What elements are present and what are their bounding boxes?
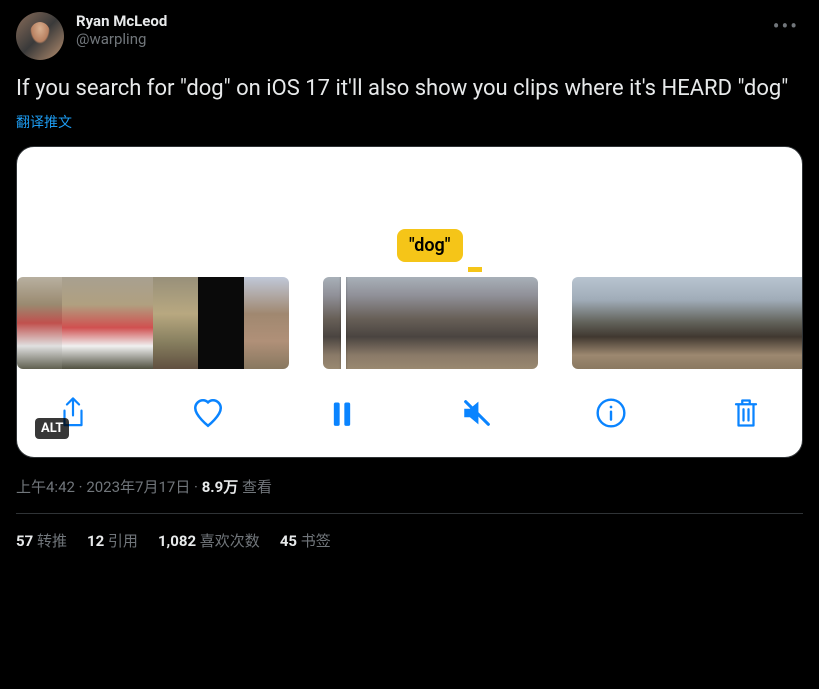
clip-frame	[108, 277, 153, 369]
bookmarks-stat[interactable]: 45 书签	[280, 530, 331, 551]
clip-frame	[153, 277, 198, 369]
alt-badge[interactable]: ALT	[35, 418, 69, 439]
clip-frame	[198, 277, 243, 369]
bookmarks-label: 书签	[301, 532, 331, 550]
clip-group-2[interactable]	[323, 277, 538, 369]
tweet-header: Ryan McLeod @warpling •••	[16, 12, 803, 60]
mute-icon[interactable]	[459, 395, 495, 431]
clip-frame	[431, 277, 485, 369]
quotes-count: 12	[87, 532, 104, 550]
tweet-date[interactable]: 2023年7月17日	[86, 478, 190, 496]
tweet-container: Ryan McLeod @warpling ••• If you search …	[0, 0, 819, 563]
clip-frame	[323, 277, 377, 369]
retweets-label: 转推	[37, 532, 67, 550]
avatar[interactable]	[16, 12, 64, 60]
info-icon[interactable]	[593, 395, 629, 431]
clip-frame	[779, 277, 803, 369]
tweet-meta: 上午4:42 · 2023年7月17日 · 8.9万 查看	[16, 476, 803, 497]
bookmarks-count: 45	[280, 532, 297, 550]
clip-frame	[655, 277, 696, 369]
likes-count: 1,082	[158, 532, 196, 550]
pause-icon[interactable]	[324, 395, 360, 431]
clip-frame	[17, 277, 62, 369]
clip-group-1[interactable]	[17, 277, 289, 369]
display-name: Ryan McLeod	[76, 12, 757, 30]
clip-frame	[572, 277, 613, 369]
views-label: 查看	[242, 478, 272, 496]
clip-frame	[613, 277, 654, 369]
retweets-stat[interactable]: 57 转推	[16, 530, 67, 551]
tweet-text: If you search for "dog" on iOS 17 it'll …	[16, 74, 803, 104]
playhead[interactable]	[341, 277, 346, 369]
clip-frame	[696, 277, 737, 369]
heart-icon[interactable]	[190, 395, 226, 431]
retweets-count: 57	[16, 532, 33, 550]
clip-frame	[737, 277, 778, 369]
search-term-tooltip: "dog"	[397, 229, 463, 262]
quotes-stat[interactable]: 12 引用	[87, 530, 138, 551]
meta-separator: ·	[75, 478, 86, 496]
divider	[16, 513, 803, 514]
quotes-label: 引用	[108, 532, 138, 550]
clip-timeline	[17, 277, 802, 369]
handle: @warpling	[76, 30, 757, 48]
translate-link[interactable]: 翻译推文	[16, 112, 803, 132]
author-names[interactable]: Ryan McLeod @warpling	[76, 12, 757, 48]
likes-stat[interactable]: 1,082 喜欢次数	[158, 530, 260, 551]
clip-frame	[62, 277, 107, 369]
clip-frame	[244, 277, 289, 369]
meta-separator: ·	[190, 478, 201, 496]
clip-group-3[interactable]	[572, 277, 803, 369]
likes-label: 喜欢次数	[200, 532, 260, 550]
clip-frame	[377, 277, 431, 369]
views-count: 8.9万	[202, 478, 239, 496]
media-card[interactable]: "dog"	[16, 146, 803, 458]
trash-icon[interactable]	[728, 395, 764, 431]
media-toolbar	[17, 369, 802, 457]
clip-frame	[484, 277, 538, 369]
tooltip-marker	[468, 267, 482, 272]
more-icon[interactable]: •••	[769, 12, 803, 40]
tweet-time[interactable]: 上午4:42	[16, 478, 75, 496]
tweet-stats: 57 转推 12 引用 1,082 喜欢次数 45 书签	[16, 530, 803, 551]
